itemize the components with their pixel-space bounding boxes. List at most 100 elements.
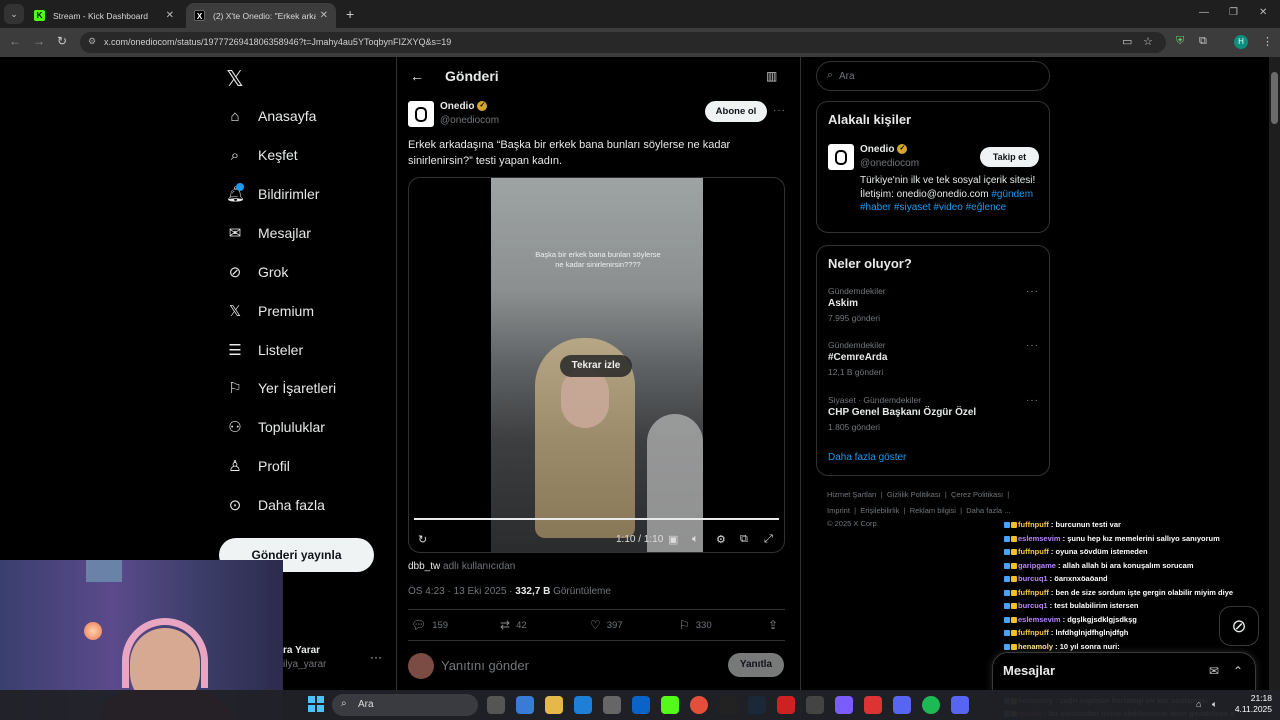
nav-item-bookmarks[interactable]: ⚐ Yer İşaretleri — [226, 373, 336, 403]
epic-games-icon[interactable] — [719, 696, 737, 714]
chat-username[interactable]: garipgame — [1018, 561, 1056, 570]
follow-button[interactable]: Takip et — [980, 147, 1039, 167]
system-clock[interactable]: 21:18 4.11.2025 — [1232, 693, 1272, 715]
trend-more-icon[interactable]: ··· — [1026, 340, 1039, 351]
repost-action[interactable]: ⇄ 42 — [500, 618, 527, 632]
tab-search-chevron-icon[interactable]: ⌄ — [4, 4, 24, 24]
footer-link[interactable]: Çerez Politikası — [951, 490, 1003, 499]
extensions-puzzle-icon[interactable]: ⧉ — [1199, 35, 1207, 48]
reader-mode-icon[interactable]: ▥ — [766, 69, 777, 83]
chat-username[interactable]: burcuq1 — [1018, 574, 1048, 583]
nav-item-lists[interactable]: ☰ Listeler — [226, 335, 303, 365]
outlook-icon[interactable] — [632, 696, 650, 714]
chat-username[interactable]: eslemsevim — [1018, 534, 1061, 543]
discord-icon[interactable] — [951, 696, 969, 714]
reply-action[interactable]: 💬︎ 159 — [411, 618, 448, 632]
footer-link[interactable]: Imprint — [827, 506, 850, 515]
footer-link[interactable]: Gizlilik Politikası — [887, 490, 941, 499]
chat-username[interactable]: burcuq1 — [1018, 601, 1048, 610]
video-progress-bar[interactable] — [414, 518, 779, 520]
back-arrow-icon[interactable]: ← — [410, 68, 424, 84]
chat-username[interactable]: eslemsevim — [1018, 615, 1061, 624]
nav-item-explore[interactable]: ⌕ Keşfet — [226, 140, 298, 170]
taskbar-search[interactable]: ⌕ Ara — [332, 694, 478, 716]
author-name[interactable]: Onedio ✓ — [440, 101, 488, 112]
show-more-link[interactable]: Daha fazla göster — [828, 452, 906, 463]
grok-icon[interactable]: ⊘ — [1219, 606, 1259, 646]
account-handle[interactable]: ilya_yarar — [283, 659, 326, 670]
shield-extension-icon[interactable]: ⛨ — [1176, 35, 1184, 48]
window-close-icon[interactable]: ✕ — [1259, 7, 1267, 18]
nav-item-home[interactable]: ⌂ Anasayfa — [226, 101, 316, 131]
file-explorer-icon[interactable] — [545, 696, 563, 714]
edge-icon[interactable] — [574, 696, 592, 714]
minimize-icon[interactable]: — — [1199, 7, 1209, 18]
chat-username[interactable]: fuffnpuff — [1018, 520, 1049, 529]
nav-item-profile[interactable]: ♙ Profil — [226, 451, 290, 481]
replay-icon[interactable]: ↻ — [418, 533, 427, 546]
author-avatar[interactable] — [408, 101, 434, 127]
related-name[interactable]: Onedio ✓ — [860, 144, 908, 155]
chevron-up-icon[interactable]: ⌃ — [1233, 664, 1243, 678]
replay-button[interactable]: Tekrar izle — [560, 355, 632, 377]
fullscreen-icon[interactable]: ⤢ — [764, 533, 773, 546]
chrome-icon[interactable] — [690, 696, 708, 714]
footer-link[interactable]: Reklam bilgisi — [910, 506, 956, 515]
source-user[interactable]: dbb_tw — [408, 561, 440, 572]
share-action[interactable]: ⇪ — [768, 618, 778, 632]
trend-more-icon[interactable]: ··· — [1026, 395, 1039, 406]
trend-title[interactable]: #CemreArda — [828, 352, 887, 363]
footer-link[interactable]: Hizmet Şartları — [827, 490, 877, 499]
steam-icon[interactable] — [748, 696, 766, 714]
site-info-icon[interactable]: ⚙ — [88, 36, 96, 47]
trend-title[interactable]: CHP Genel Başkanı Özgür Özel — [828, 407, 976, 418]
new-message-icon[interactable]: ✉ — [1209, 664, 1219, 678]
restore-icon[interactable]: ❐ — [1229, 7, 1238, 18]
new-tab-plus-icon[interactable]: + — [346, 6, 354, 22]
nav-item-communities[interactable]: ⚇ Topluluklar — [226, 412, 325, 442]
x-logo-icon[interactable]: 𝕏 — [226, 66, 244, 92]
scrollbar[interactable] — [1269, 57, 1280, 720]
app-icon[interactable] — [806, 696, 824, 714]
app-icon[interactable] — [864, 696, 882, 714]
account-name[interactable]: ra Yarar — [283, 645, 320, 656]
scrollbar-thumb[interactable] — [1271, 72, 1278, 124]
search-box[interactable]: ⌕ — [816, 61, 1050, 91]
related-avatar[interactable] — [828, 144, 854, 170]
chat-username[interactable]: fuffnpuff — [1018, 547, 1049, 556]
close-icon[interactable]: ✕ — [320, 10, 328, 21]
nav-item-premium[interactable]: 𝕏 Premium — [226, 296, 314, 326]
kick-icon[interactable] — [661, 696, 679, 714]
volume-icon[interactable]: 🔈︎ — [1212, 699, 1217, 710]
like-action[interactable]: ♡ 397 — [590, 618, 623, 632]
search-input[interactable] — [839, 68, 1039, 84]
back-arrow-icon[interactable]: ← — [9, 34, 21, 48]
tab-kick-dashboard[interactable]: K Stream - Kick Dashboard ✕ — [26, 3, 182, 28]
app-icon[interactable] — [835, 696, 853, 714]
close-icon[interactable]: ✕ — [166, 10, 174, 21]
task-view-icon[interactable] — [487, 696, 505, 714]
nav-item-more[interactable]: ⊙ Daha fazla — [226, 490, 325, 520]
reply-button[interactable]: Yanıtla — [728, 653, 784, 677]
windows-start-icon[interactable] — [308, 696, 324, 712]
subscribe-button[interactable]: Abone ol — [705, 101, 767, 122]
profile-avatar[interactable]: H — [1234, 35, 1248, 49]
chat-username[interactable]: henamoly — [1018, 642, 1053, 651]
trend-more-icon[interactable]: ··· — [1026, 286, 1039, 297]
nav-item-messages[interactable]: ✉ Mesajlar — [226, 218, 311, 248]
app-icon[interactable] — [777, 696, 795, 714]
chat-username[interactable]: fuffnpuff — [1018, 628, 1049, 637]
copilot-icon[interactable] — [516, 696, 534, 714]
messages-drawer[interactable]: Mesajlar ✉ ⌃ — [992, 652, 1256, 692]
footer-link[interactable]: Daha fazla ... — [966, 506, 1010, 515]
reply-input[interactable]: Yanıtını gönder — [441, 658, 529, 673]
address-bar[interactable]: ⚙ x.com/onediocom/status/197772694180635… — [80, 32, 1166, 53]
menu-kebab-icon[interactable]: ⋮ — [1262, 35, 1273, 48]
nav-item-grok[interactable]: ⊘ Grok — [226, 257, 289, 287]
related-handle[interactable]: @onediocom — [860, 158, 919, 169]
store-icon[interactable] — [603, 696, 621, 714]
pip-icon[interactable]: ⧉ — [740, 533, 748, 546]
footer-link[interactable]: Erişilebilirlik — [860, 506, 899, 515]
star-bookmark-icon[interactable]: ☆ — [1143, 35, 1153, 48]
chat-username[interactable]: fuffnpuff — [1018, 588, 1049, 597]
